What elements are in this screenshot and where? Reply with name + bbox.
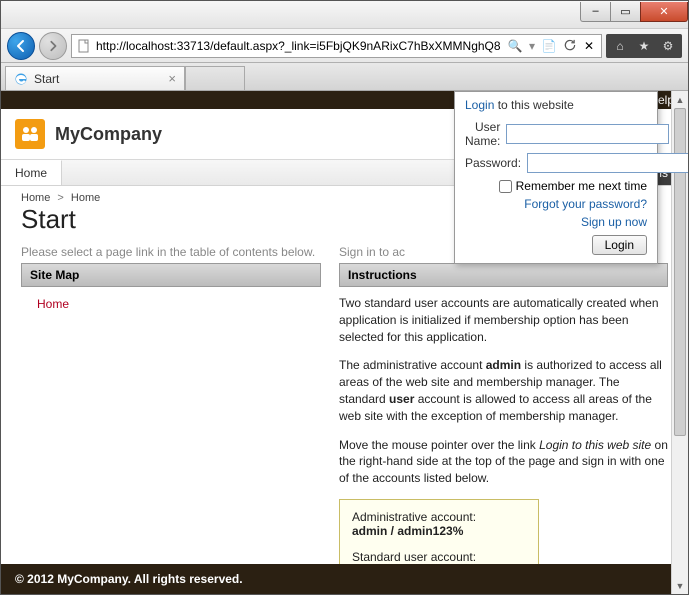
instructions-p2: The administrative account admin is auth…: [339, 357, 668, 424]
stop-icon[interactable]: ✕: [581, 38, 597, 54]
admin-bold: admin: [486, 358, 521, 372]
scroll-up-icon[interactable]: ▲: [672, 91, 688, 108]
sitemap-link-home[interactable]: Home: [25, 297, 317, 311]
forgot-password-link[interactable]: Forgot your password?: [465, 195, 647, 213]
scroll-track[interactable]: [672, 108, 688, 577]
refresh-icon[interactable]: [561, 38, 577, 54]
tab-close-icon[interactable]: ×: [168, 71, 176, 86]
page-icon: [76, 38, 92, 54]
company-name: MyCompany: [55, 124, 162, 145]
scroll-down-icon[interactable]: ▼: [672, 577, 688, 594]
login-button[interactable]: Login: [592, 235, 647, 255]
forward-button[interactable]: [39, 32, 67, 60]
browser-tools: ⌂ ★ ⚙: [606, 34, 682, 58]
txt: Move the mouse pointer over the link: [339, 438, 539, 452]
username-label: User Name:: [465, 120, 500, 148]
favorites-icon[interactable]: ★: [636, 38, 652, 54]
remember-checkbox[interactable]: [499, 180, 512, 193]
arrow-right-icon: [47, 40, 59, 52]
browser-navbar: 🔍 ▾ 📄 ✕ ⌂ ★ ⚙: [1, 29, 688, 63]
user-account-label: Standard user account:: [352, 550, 526, 564]
username-input[interactable]: [506, 124, 669, 144]
browser-tabstrip: Start ×: [1, 63, 688, 91]
new-tab-button[interactable]: [185, 66, 245, 90]
address-bar[interactable]: 🔍 ▾ 📄 ✕: [71, 34, 602, 58]
window-titlebar: – ▭ ✕: [1, 1, 688, 29]
home-icon[interactable]: ⌂: [612, 38, 628, 54]
page-viewport: | Help MyCompany Home ns ▾ Home > Home S…: [1, 91, 688, 594]
login-title-rest: to this website: [494, 98, 573, 112]
instructions-p1: Two standard user accounts are automatic…: [339, 295, 668, 345]
left-subtitle: Please select a page link in the table o…: [21, 245, 321, 259]
arrow-left-icon: [14, 39, 28, 53]
sitemap-body: Home: [21, 287, 321, 321]
password-label: Password:: [465, 156, 521, 170]
browser-tab[interactable]: Start ×: [5, 66, 185, 90]
window-close-button[interactable]: ✕: [640, 2, 688, 22]
user-bold: user: [389, 392, 414, 406]
window-minimize-button[interactable]: –: [580, 2, 610, 22]
admin-account-label: Administrative account:: [352, 510, 526, 524]
instructions-body: Two standard user accounts are automatic…: [339, 287, 668, 589]
password-input[interactable]: [527, 153, 688, 173]
txt: The administrative account: [339, 358, 486, 372]
company-logo-icon: [15, 119, 45, 149]
search-icon[interactable]: 🔍: [507, 38, 523, 54]
login-panel: Login to this website User Name: Passwor…: [454, 91, 658, 264]
nav-tab-home[interactable]: Home: [1, 160, 62, 185]
tools-gear-icon[interactable]: ⚙: [660, 38, 676, 54]
ie-favicon-icon: [14, 72, 28, 86]
site-footer: © 2012 MyCompany. All rights reserved.: [1, 564, 688, 594]
admin-account-creds: admin / admin123%: [352, 524, 463, 538]
compat-view-icon[interactable]: 📄: [541, 38, 557, 54]
remember-label: Remember me next time: [516, 179, 647, 193]
admin-account: Administrative account: admin / admin123…: [352, 510, 526, 538]
instructions-header: Instructions: [339, 263, 668, 287]
window-maximize-button[interactable]: ▭: [610, 2, 640, 22]
separator: ▾: [527, 39, 537, 53]
url-input[interactable]: [96, 39, 503, 53]
breadcrumb-sep: >: [57, 192, 63, 204]
signup-link[interactable]: Sign up now: [465, 213, 647, 231]
login-italic: Login to this web site: [539, 438, 651, 452]
sitemap-header: Site Map: [21, 263, 321, 287]
back-button[interactable]: [7, 32, 35, 60]
breadcrumb-root[interactable]: Home: [21, 192, 50, 204]
instructions-p3: Move the mouse pointer over the link Log…: [339, 437, 668, 487]
login-panel-title: Login to this website: [465, 98, 647, 112]
tab-title: Start: [34, 72, 59, 86]
login-link[interactable]: Login: [465, 98, 494, 112]
breadcrumb-current: Home: [71, 192, 100, 204]
